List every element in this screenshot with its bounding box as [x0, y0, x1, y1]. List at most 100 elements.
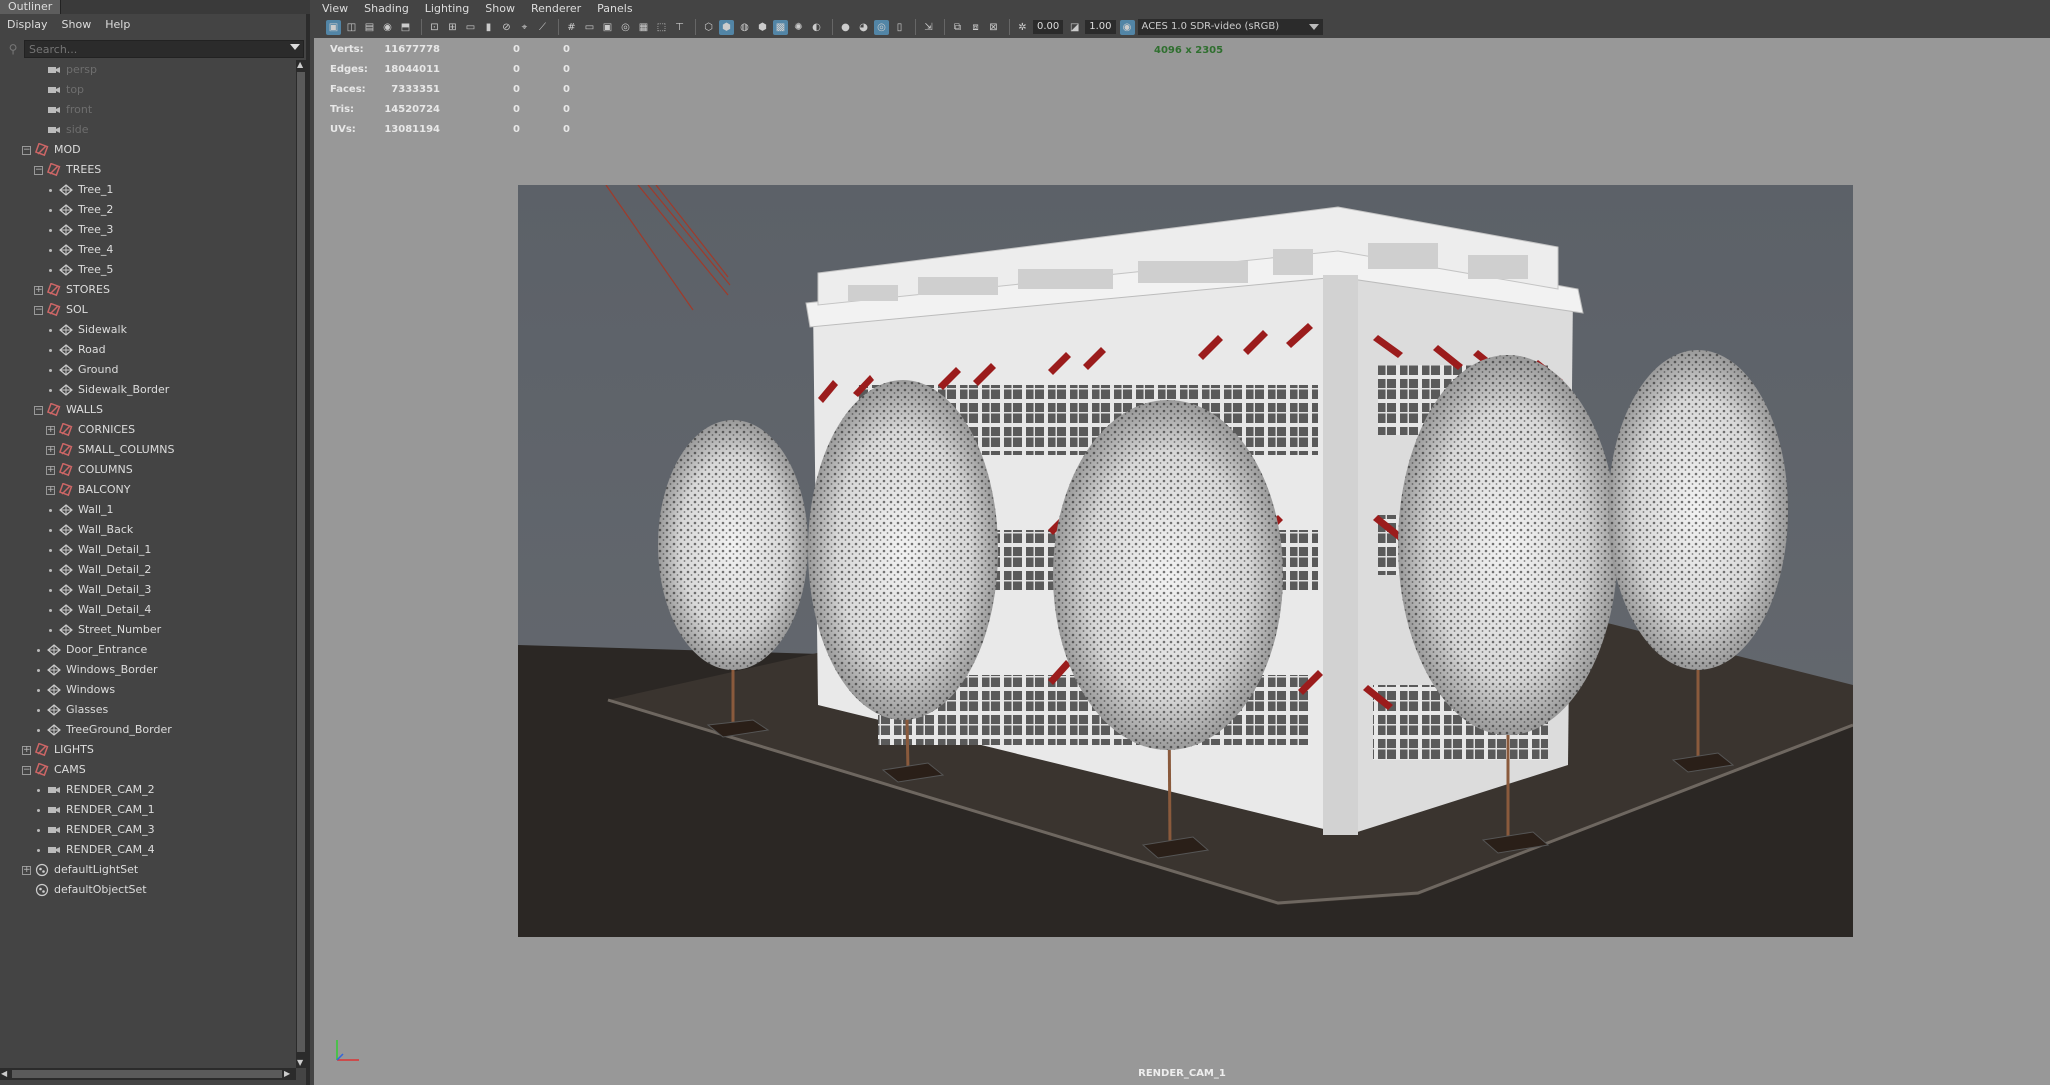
- viewport-canvas[interactable]: Verts: 11677778 0 0 Edges: 18044011 0 0 Faces: 73…: [314, 38, 2050, 1085]
- outliner-item[interactable]: + BALCONY: [46, 480, 131, 500]
- outliner-item[interactable]: front: [34, 100, 92, 120]
- expand-icon[interactable]: +: [22, 865, 31, 875]
- outliner-item[interactable]: defaultObjectSet: [22, 880, 147, 900]
- outliner-item[interactable]: Wall_Detail_3: [46, 580, 151, 600]
- screen-space-ao-icon[interactable]: ●: [838, 20, 853, 35]
- camera-attributes-icon[interactable]: ◫: [344, 20, 359, 35]
- scroll-up-icon[interactable]: ▲: [297, 60, 303, 69]
- film-gate-toggle-icon[interactable]: ▭: [582, 20, 597, 35]
- menu-panels[interactable]: Panels: [589, 2, 640, 15]
- collapse-icon[interactable]: −: [34, 165, 43, 175]
- outliner-item[interactable]: + COLUMNS: [46, 460, 133, 480]
- outliner-item[interactable]: RENDER_CAM_3: [34, 820, 155, 840]
- outliner-item[interactable]: side: [34, 120, 89, 140]
- outliner-item[interactable]: RENDER_CAM_4: [34, 840, 155, 860]
- outliner-item[interactable]: Wall_Detail_1: [46, 540, 151, 560]
- outliner-item[interactable]: + defaultLightSet: [22, 860, 138, 880]
- 2d-pan-zoom-icon[interactable]: ⬒: [398, 20, 413, 35]
- outliner-item[interactable]: − MOD: [22, 140, 81, 160]
- safe-title-icon[interactable]: ⊤: [672, 20, 687, 35]
- shadows-icon[interactable]: ◐: [809, 20, 824, 35]
- resolution-gate-toggle-icon[interactable]: ▣: [600, 20, 615, 35]
- outliner-item[interactable]: Wall_Back: [46, 520, 133, 540]
- gate-mask-toggle-icon[interactable]: ◎: [618, 20, 633, 35]
- menu-renderer[interactable]: Renderer: [523, 2, 589, 15]
- outliner-item[interactable]: − CAMS: [22, 760, 86, 780]
- outliner-item[interactable]: Sidewalk: [46, 320, 127, 340]
- expand-icon[interactable]: +: [22, 745, 31, 755]
- scroll-down-icon[interactable]: ▼: [297, 1058, 303, 1067]
- outliner-item[interactable]: TreeGround_Border: [34, 720, 172, 740]
- field-chart-toggle-icon[interactable]: ▦: [636, 20, 651, 35]
- expand-icon[interactable]: +: [46, 425, 55, 435]
- search-dropdown-icon[interactable]: [290, 44, 300, 50]
- scrollbar-thumb[interactable]: [12, 1070, 282, 1078]
- bookmark-icon[interactable]: ▮: [481, 20, 496, 35]
- outliner-item[interactable]: Ground: [46, 360, 118, 380]
- expand-icon[interactable]: +: [46, 445, 55, 455]
- lock-camera-icon[interactable]: ⊡: [427, 20, 442, 35]
- scroll-right-icon[interactable]: ▶: [284, 1069, 290, 1078]
- outliner-item[interactable]: + STORES: [34, 280, 110, 300]
- outliner-item[interactable]: + CORNICES: [46, 420, 135, 440]
- wireframe-on-shaded-icon[interactable]: ⬢: [755, 20, 770, 35]
- grid-icon[interactable]: #: [564, 20, 579, 35]
- outliner-item[interactable]: Street_Number: [46, 620, 161, 640]
- xray-active-icon[interactable]: ⧈: [968, 20, 983, 35]
- motion-blur-icon[interactable]: ◕: [856, 20, 871, 35]
- scroll-left-icon[interactable]: ◀: [1, 1069, 7, 1078]
- menu-show[interactable]: Show: [55, 18, 99, 31]
- image-plane-icon[interactable]: ◉: [380, 20, 395, 35]
- expand-icon[interactable]: +: [34, 285, 43, 295]
- wireframe-icon[interactable]: ⬡: [701, 20, 716, 35]
- outliner-item[interactable]: − WALLS: [34, 400, 103, 420]
- collapse-icon[interactable]: −: [22, 145, 31, 155]
- outliner-item[interactable]: Tree_3: [46, 220, 113, 240]
- xray-joints-icon[interactable]: ⊠: [986, 20, 1001, 35]
- search-options-icon[interactable]: ⚲: [2, 39, 24, 59]
- gamma-field[interactable]: 1.00: [1085, 20, 1116, 34]
- menu-display[interactable]: Display: [0, 18, 55, 31]
- outliner-vertical-scrollbar[interactable]: ▲ ▼: [296, 60, 306, 1068]
- exposure-field[interactable]: 0.00: [1033, 20, 1064, 34]
- isolate-select-icon[interactable]: ⇲: [921, 20, 936, 35]
- outliner-item[interactable]: Tree_2: [46, 200, 113, 220]
- outliner-item[interactable]: Glasses: [34, 700, 108, 720]
- outliner-item[interactable]: Sidewalk_Border: [46, 380, 169, 400]
- scrollbar-thumb[interactable]: [297, 72, 305, 1052]
- smooth-shade-icon[interactable]: ⬢: [719, 19, 734, 35]
- use-all-lights-icon[interactable]: ✺: [791, 20, 806, 35]
- bookmarks-icon[interactable]: ▤: [362, 20, 377, 35]
- field-chart-icon[interactable]: ⌖: [517, 20, 532, 35]
- outliner-tab[interactable]: Outliner: [0, 0, 62, 14]
- gamma-icon[interactable]: ◪: [1067, 20, 1082, 35]
- menu-lighting[interactable]: Lighting: [417, 2, 477, 15]
- color-management-icon[interactable]: ◉: [1119, 19, 1135, 35]
- outliner-item[interactable]: Tree_1: [46, 180, 113, 200]
- outliner-item[interactable]: RENDER_CAM_1: [34, 800, 155, 820]
- outliner-item[interactable]: Wall_1: [46, 500, 114, 520]
- collapse-icon[interactable]: −: [22, 765, 31, 775]
- outliner-item[interactable]: Windows: [34, 680, 115, 700]
- safe-action-toggle-icon[interactable]: ⬚: [654, 20, 669, 35]
- depth-of-field-icon[interactable]: ▯: [892, 20, 907, 35]
- select-camera-icon[interactable]: ▣: [326, 19, 341, 35]
- outliner-item[interactable]: + LIGHTS: [22, 740, 94, 760]
- menu-shading[interactable]: Shading: [356, 2, 417, 15]
- exposure-icon[interactable]: ✲: [1015, 20, 1030, 35]
- search-input[interactable]: [24, 40, 304, 58]
- outliner-item[interactable]: − SOL: [34, 300, 88, 320]
- outliner-item[interactable]: Wall_Detail_4: [46, 600, 151, 620]
- xray-icon[interactable]: ⧉: [950, 20, 965, 35]
- expand-icon[interactable]: +: [46, 465, 55, 475]
- menu-view[interactable]: View: [314, 2, 356, 15]
- safe-action-icon[interactable]: ⟋: [535, 20, 550, 35]
- textured-icon[interactable]: ▩: [773, 19, 788, 35]
- collapse-icon[interactable]: −: [34, 305, 43, 315]
- color-transform-dropdown[interactable]: ACES 1.0 SDR-video (sRGB): [1137, 19, 1323, 35]
- default-material-icon[interactable]: ◍: [737, 20, 752, 35]
- outliner-item[interactable]: Tree_5: [46, 260, 113, 280]
- outliner-item[interactable]: RENDER_CAM_2: [34, 780, 155, 800]
- resolution-gate-icon[interactable]: ▭: [463, 20, 478, 35]
- gate-mask-icon[interactable]: ⊘: [499, 20, 514, 35]
